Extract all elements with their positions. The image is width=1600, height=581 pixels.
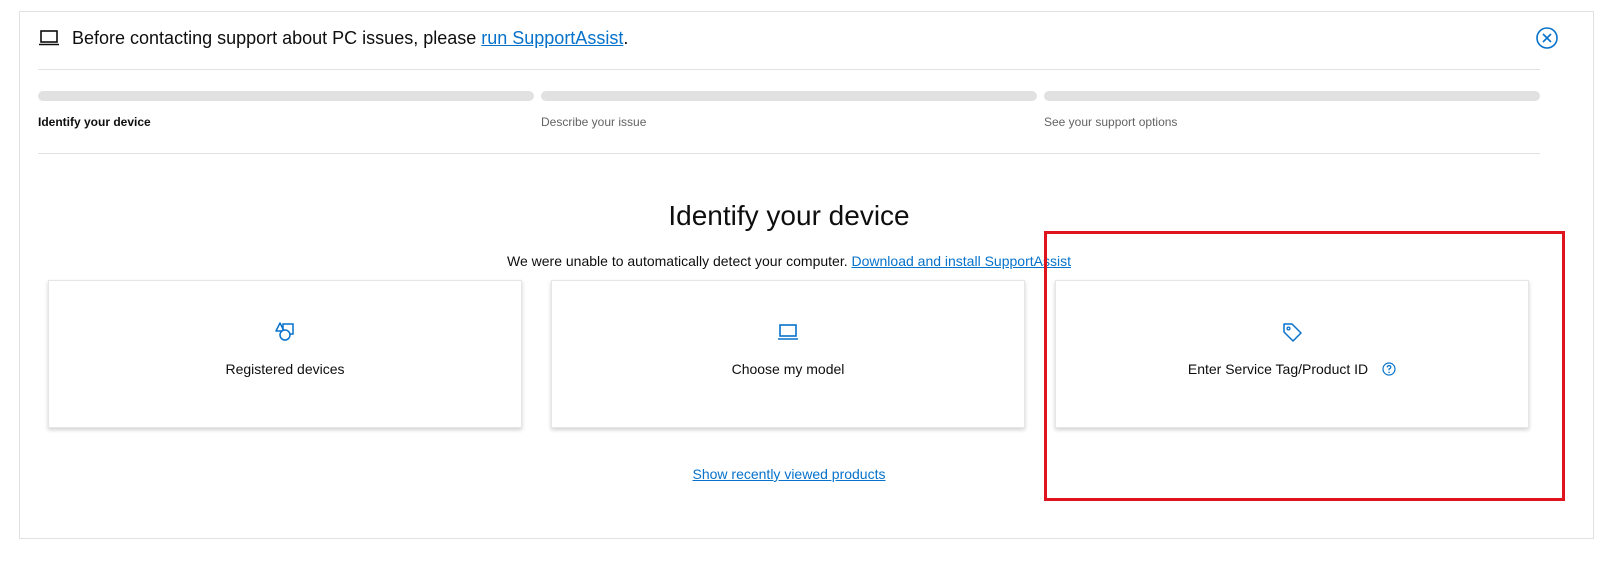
- download-supportassist-link[interactable]: Download and install SupportAssist: [852, 253, 1071, 269]
- step-label: Identify your device: [38, 115, 151, 129]
- step-bar: [541, 91, 1037, 101]
- show-recent-products-link[interactable]: Show recently viewed products: [693, 466, 886, 482]
- banner-divider: [38, 69, 1540, 70]
- support-panel: Before contacting support about PC issue…: [19, 11, 1594, 539]
- step-label: Describe your issue: [541, 115, 647, 129]
- page-title: Identify your device: [668, 200, 910, 231]
- laptop-icon: [778, 324, 798, 340]
- card-label: Enter Service Tag/Product ID: [1187, 361, 1369, 377]
- step-identify-device: Identify your device: [38, 91, 534, 129]
- step-bar: [1044, 91, 1540, 101]
- close-icon[interactable]: [1535, 26, 1559, 50]
- shapes-icon: [275, 322, 294, 341]
- card-label: Choose my model: [731, 361, 845, 377]
- detection-message: We were unable to automatically detect y…: [20, 253, 1558, 269]
- step-describe-issue: Describe your issue: [541, 91, 1037, 129]
- laptop-icon: [39, 30, 59, 46]
- service-tag-card[interactable]: Enter Service Tag/Product ID: [1055, 280, 1529, 428]
- banner-text-after: .: [623, 28, 629, 48]
- choose-my-model-card[interactable]: Choose my model: [551, 280, 1025, 428]
- help-icon[interactable]: [1382, 362, 1396, 376]
- step-bar: [38, 91, 534, 101]
- step-support-options: See your support options: [1044, 91, 1540, 129]
- tag-icon: [1283, 323, 1302, 342]
- progress-stepper: Identify your device Describe your issue…: [38, 91, 1540, 131]
- run-supportassist-link[interactable]: run SupportAssist: [481, 28, 623, 48]
- banner-text-before: Before contacting support about PC issue…: [72, 28, 482, 48]
- detection-text: We were unable to automatically detect y…: [507, 253, 852, 269]
- registered-devices-card[interactable]: Registered devices: [48, 280, 522, 428]
- step-label: See your support options: [1044, 115, 1178, 129]
- recent-products-row: Show recently viewed products: [20, 466, 1558, 482]
- supportassist-banner: Before contacting support about PC issue…: [38, 12, 1578, 69]
- card-label-row: Enter Service Tag/Product ID: [1056, 361, 1528, 377]
- stepper-divider: [38, 153, 1540, 154]
- banner-message: Before contacting support about PC issue…: [72, 27, 628, 49]
- card-label: Registered devices: [225, 361, 345, 377]
